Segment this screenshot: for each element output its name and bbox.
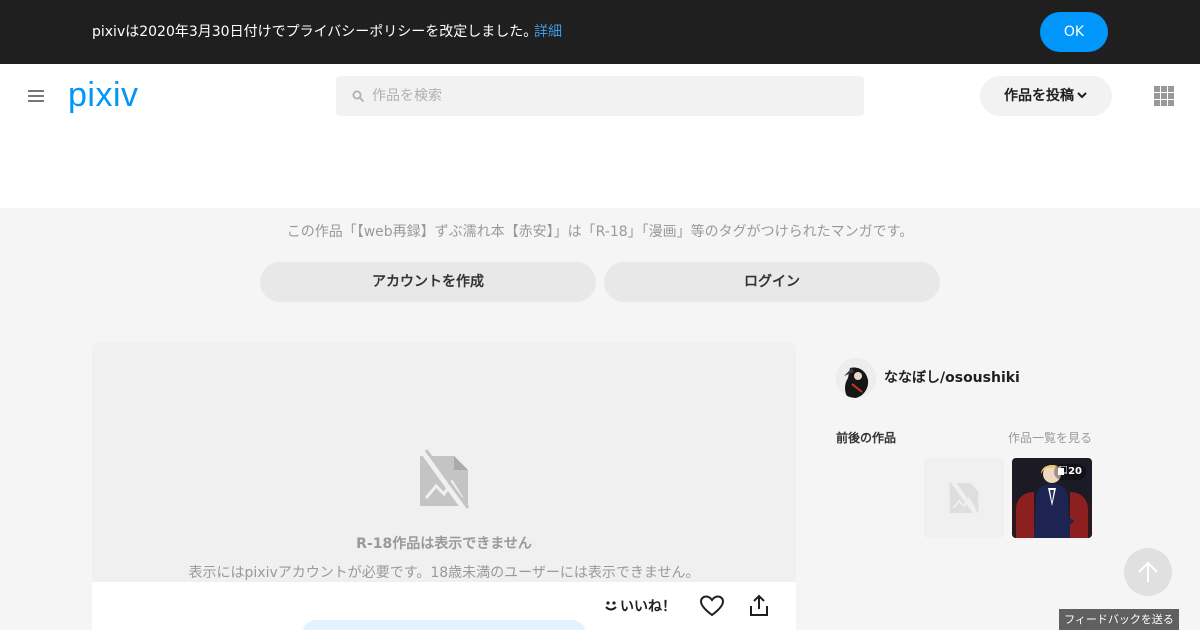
work-thumbnail-unavailable[interactable] (924, 458, 1004, 538)
pages-icon (1058, 466, 1068, 475)
scroll-to-top-button[interactable] (1124, 548, 1172, 596)
site-header: pixiv 作品を投稿 (0, 64, 1200, 208)
faded-action-button[interactable] (302, 620, 586, 630)
main-content: R-18作品は表示できません 表示にはpixivアカウントが必要です。18歳未満… (0, 318, 1200, 630)
share-icon[interactable] (748, 594, 770, 618)
post-work-button[interactable]: 作品を投稿 (980, 76, 1112, 116)
like-button[interactable]: いいね！ (604, 598, 676, 616)
work-thumbnail[interactable]: 20 (1012, 458, 1092, 538)
search-box (336, 76, 864, 116)
apps-grid-icon[interactable] (1154, 86, 1174, 106)
restricted-description: 表示にはpixivアカウントが必要です。18歳未満のユーザーには表示できません。 (188, 565, 700, 581)
image-unavailable-icon (949, 479, 979, 517)
menu-icon[interactable] (28, 90, 46, 104)
notice-text: pixivは2020年3月30日付けでプライバシーポリシーを改定しました。 (92, 24, 538, 40)
artwork-panel: R-18作品は表示できません 表示にはpixivアカウントが必要です。18歳未満… (92, 342, 796, 630)
chevron-down-icon (1077, 92, 1087, 99)
post-work-label: 作品を投稿 (1004, 88, 1074, 104)
search-icon (352, 90, 364, 102)
restricted-title: R-18作品は表示できません (356, 536, 532, 552)
action-bar: いいね！ (92, 582, 796, 630)
r18-tag-notice: この作品「【web再録】ずぶ濡れ本【赤安】」は「R-18」「漫画」等のタグがつけ… (286, 224, 914, 240)
heart-icon[interactable] (699, 594, 725, 618)
view-all-works-link[interactable]: 作品一覧を見る (1008, 430, 1092, 446)
smile-icon (605, 601, 617, 611)
like-label: いいね！ (620, 599, 676, 615)
pixiv-logo[interactable]: pixiv (68, 74, 152, 118)
author-sidebar: ななぼし/osoushiki 前後の作品 作品一覧を見る 20 (836, 318, 1092, 630)
author-name: ななぼし/osoushiki (884, 370, 1020, 386)
r18-notice-banner: この作品「【web再録】ずぶ濡れ本【赤安】」は「R-18」「漫画」等のタグがつけ… (0, 208, 1200, 318)
adjacent-works-heading: 前後の作品 (836, 431, 897, 445)
arrow-up-icon (1138, 561, 1158, 582)
page-count-badge: 20 (1054, 464, 1086, 480)
login-button[interactable]: ログイン (604, 262, 940, 302)
create-account-button[interactable]: アカウントを作成 (260, 262, 596, 302)
author-profile-link[interactable]: ななぼし/osoushiki (836, 358, 1092, 398)
image-unavailable-icon (420, 449, 470, 513)
send-feedback-button[interactable]: フィードバックを送る (1059, 609, 1179, 630)
notice-details-link[interactable]: 詳細 (534, 22, 562, 42)
search-input[interactable] (372, 76, 852, 116)
author-avatar (836, 358, 876, 398)
page-count: 20 (1068, 466, 1082, 477)
privacy-notice-bar: pixivは2020年3月30日付けでプライバシーポリシーを改定しました。 詳細… (0, 0, 1200, 64)
notice-ok-button[interactable]: OK (1040, 12, 1108, 52)
svg-text:pixiv: pixiv (68, 76, 139, 114)
